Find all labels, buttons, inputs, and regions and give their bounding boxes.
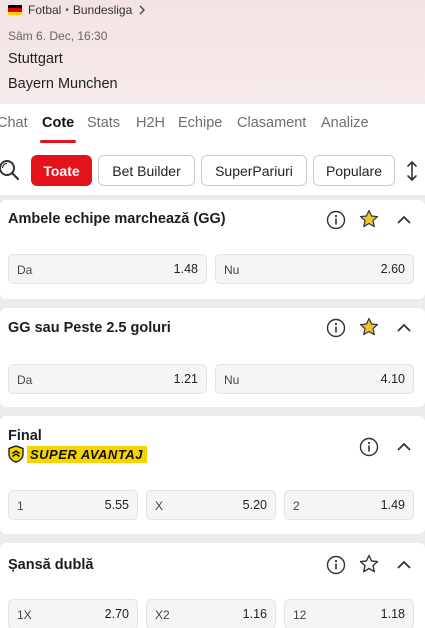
chevron-up-icon[interactable]: [394, 555, 414, 575]
chevron-up-icon[interactable]: [394, 210, 414, 230]
odd-button[interactable]: 2 1.49: [284, 490, 414, 520]
odd-label: 1: [17, 499, 24, 513]
odd-value: 4.10: [380, 372, 405, 386]
odd-label: Da: [17, 373, 33, 387]
info-icon[interactable]: [359, 437, 379, 457]
breadcrumb-sport[interactable]: Fotbal: [28, 3, 61, 17]
odd-value: 1.16: [242, 607, 267, 621]
breadcrumb-league[interactable]: Bundesliga: [73, 3, 132, 17]
odd-label: Nu: [224, 373, 240, 387]
market-card-sansa-dubla: Șansă dublă 1X 2.70 X2 1.16 12 1.18: [0, 543, 425, 628]
sort-icon[interactable]: [405, 160, 419, 182]
filter-populare-button[interactable]: Populare: [313, 155, 395, 186]
market-title[interactable]: Final: [8, 428, 42, 444]
tab-cote[interactable]: Cote: [42, 115, 74, 131]
odd-button[interactable]: X 5.20: [146, 490, 276, 520]
chevron-up-icon[interactable]: [394, 318, 414, 338]
market-card-gg-over-2-5: GG sau Peste 2.5 goluri Da 1.21 Nu 4.10: [0, 308, 425, 407]
tab-chat[interactable]: Chat: [0, 115, 28, 131]
market-card-final: Final 1 5.55 X 5.20 2 1.49: [0, 416, 425, 534]
odd-button[interactable]: Nu 4.10: [215, 364, 414, 394]
team-home: Stuttgart: [8, 51, 63, 67]
chevron-right-icon: [139, 5, 146, 15]
star-icon[interactable]: [359, 554, 379, 574]
info-icon[interactable]: [326, 555, 346, 575]
super-avantaj-shield-icon: [8, 445, 24, 463]
market-title[interactable]: Șansă dublă: [8, 557, 93, 573]
match-date: Sâm 6. Dec, 16:30: [8, 29, 108, 43]
odd-label: Nu: [224, 263, 240, 277]
odd-value: 5.20: [242, 498, 267, 512]
odd-value: 1.48: [173, 262, 198, 276]
market-title[interactable]: GG sau Peste 2.5 goluri: [8, 320, 171, 336]
tab-echipe[interactable]: Echipe: [178, 115, 222, 131]
odd-label: X: [155, 499, 164, 513]
match-header: Fotbal • Bundesliga Sâm 6. Dec, 16:30 St…: [0, 0, 425, 104]
odd-button[interactable]: Da 1.48: [8, 254, 207, 284]
super-avantaj-label: SUPER AVANTAJ: [27, 445, 147, 463]
star-icon[interactable]: [359, 209, 379, 229]
market-card-gg: Ambele echipe marchează (GG) Da 1.48 Nu …: [0, 200, 425, 299]
super-avantaj-badge: SUPER AVANTAJ: [8, 445, 147, 463]
search-icon[interactable]: [0, 159, 20, 181]
filter-bet-builder-button[interactable]: Bet Builder: [98, 155, 195, 186]
odd-button[interactable]: Da 1.21: [8, 364, 207, 394]
odd-label: 2: [293, 499, 300, 513]
odd-value: 2.70: [104, 607, 129, 621]
breadcrumb-separator: •: [65, 4, 69, 16]
star-icon[interactable]: [359, 317, 379, 337]
germany-flag-icon: [8, 5, 22, 15]
tab-clasament[interactable]: Clasament: [237, 115, 306, 131]
odd-label: X2: [155, 608, 170, 622]
chevron-up-icon[interactable]: [394, 437, 414, 457]
filter-toate-button[interactable]: Toate: [31, 155, 92, 186]
odd-button[interactable]: Nu 2.60: [215, 254, 414, 284]
odd-button[interactable]: X2 1.16: [146, 599, 276, 628]
market-title[interactable]: Ambele echipe marchează (GG): [8, 211, 226, 227]
odd-button[interactable]: 1X 2.70: [8, 599, 138, 628]
odd-value: 5.55: [104, 498, 129, 512]
team-away: Bayern Munchen: [8, 76, 118, 92]
tab-analize[interactable]: Analize: [321, 115, 369, 131]
tab-h2h[interactable]: H2H: [136, 115, 165, 131]
match-tabs: Chat Cote Stats H2H Echipe Clasament Ana…: [0, 104, 425, 144]
odd-button[interactable]: 1 5.55: [8, 490, 138, 520]
info-icon[interactable]: [326, 318, 346, 338]
filter-superpariuri-button[interactable]: SuperPariuri: [201, 155, 307, 186]
tab-stats[interactable]: Stats: [87, 115, 120, 131]
odd-value: 2.60: [380, 262, 405, 276]
odd-value: 1.21: [173, 372, 198, 386]
odd-label: Da: [17, 263, 33, 277]
info-icon[interactable]: [326, 210, 346, 230]
odd-value: 1.49: [380, 498, 405, 512]
odd-value: 1.18: [380, 607, 405, 621]
odd-button[interactable]: 12 1.18: [284, 599, 414, 628]
breadcrumb[interactable]: Fotbal • Bundesliga: [8, 2, 147, 18]
odd-label: 1X: [17, 608, 32, 622]
odd-label: 12: [293, 608, 307, 622]
